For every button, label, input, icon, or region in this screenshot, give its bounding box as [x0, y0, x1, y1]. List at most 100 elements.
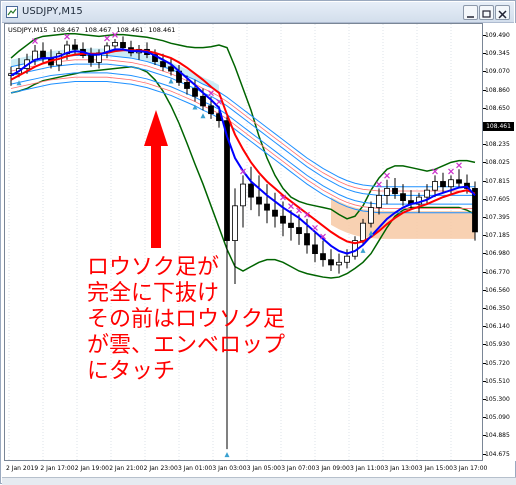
candle-body [296, 227, 302, 235]
candle-body [344, 255, 350, 263]
price-chart[interactable]: USDJPY,M15 108.467 108.467 108.461 108.4… [4, 23, 483, 461]
time-axis-label: 3 Jan 01:00 [178, 465, 213, 472]
candle-body [200, 95, 206, 107]
candle-body [112, 42, 118, 47]
annotation-text: ロウソク足が 完全に下抜け その前はロウソク足 が雲、エンベロップ にタッチ [87, 255, 285, 385]
time-axis-label: 3 Jan 13:00 [384, 465, 419, 472]
price-axis-label: 107.815 [485, 177, 510, 185]
maximize-button[interactable] [479, 5, 494, 20]
candle-body [432, 181, 438, 191]
annotation-arrow-head [144, 110, 168, 146]
candle-body [240, 183, 246, 207]
fractal-marker [384, 172, 390, 179]
price-axis-label: 106.350 [485, 305, 510, 312]
price-axis-label: 106.140 [485, 323, 510, 331]
minimize-button[interactable] [463, 5, 478, 20]
candle-body [88, 55, 94, 63]
annotation-line-1: ロウソク足が [87, 255, 220, 280]
time-axis-label: 3 Jan 05:00 [246, 465, 281, 472]
time-axis-label: 3 Jan 17:00 [453, 465, 488, 472]
annotation-line-4: が雲、エンベロップ [87, 333, 286, 358]
price-axis-label: 105.720 [485, 359, 510, 367]
candle-body [272, 209, 278, 217]
time-axis[interactable]: 2 Jan 2019 2 Jan 17:00 2 Jan 19:00 2 Jan 21… [4, 461, 516, 477]
candle-body [328, 259, 334, 266]
candle-body [160, 61, 166, 68]
candle-body [248, 183, 254, 198]
candle-body [184, 82, 190, 89]
close-icon [498, 10, 507, 19]
candle-body [336, 261, 342, 266]
candle-body [312, 244, 318, 255]
minimize-icon [467, 16, 474, 18]
price-axis-label: 106.770 [485, 268, 510, 276]
candle-body [392, 188, 398, 195]
candle-body [448, 179, 454, 188]
price-axis-label: 107.395 [485, 214, 510, 221]
price-axis-label: 108.860 [485, 86, 510, 94]
annotation-line-5: にタッチ [87, 359, 176, 384]
candle-body [40, 50, 46, 59]
time-axis-label: 2 Jan 17:00 [40, 465, 75, 472]
price-axis-label: 106.980 [485, 250, 510, 258]
ohlc-open: 108.467 [52, 26, 80, 34]
ohlc-close: 108.461 [148, 26, 176, 34]
time-axis-label: 3 Jan 15:00 [418, 465, 453, 472]
candle-body [168, 66, 174, 72]
price-axis[interactable]: 109.490 109.345 109.070 108.860 108.650 108.4… [483, 23, 516, 461]
price-axis-label: 105.930 [485, 341, 510, 349]
title-bar[interactable]: USDJPY,M15 [2, 2, 514, 23]
price-axis-label: 108.650 [485, 104, 510, 112]
annotation-line-3: その前はロウソク足 [87, 307, 286, 332]
price-axis-label: 109.345 [485, 50, 510, 58]
fractal-marker [104, 35, 110, 42]
close-button[interactable] [495, 5, 510, 20]
ohlc-high: 108.467 [84, 26, 112, 34]
chart-window: USDJPY,M15 USDJPY,M15 108.467 108.467 10… [0, 0, 516, 485]
candle-body [192, 88, 198, 97]
candle-body [384, 188, 390, 196]
candle-body [456, 179, 462, 184]
time-axis-label: 3 Jan 07:00 [281, 465, 316, 472]
price-axis-label: 105.090 [485, 414, 510, 422]
price-axis-label: 106.560 [485, 286, 510, 294]
time-axis-label: 2 Jan 21:00 [109, 465, 144, 472]
candle-body [208, 105, 214, 115]
current-price-tag: 108.461 [483, 122, 514, 131]
candle-body [320, 253, 326, 261]
price-axis-label: 109.490 [485, 32, 510, 39]
time-axis-label: 2 Jan 2019 [6, 465, 39, 472]
price-axis-label: 108.235 [485, 141, 510, 149]
ohlc-readout: USDJPY,M15 108.467 108.467 108.461 108.4… [8, 26, 178, 34]
fractal-marker [376, 181, 382, 188]
annotation-line-2: 完全に下抜け [87, 281, 220, 306]
fractal-marker [456, 162, 462, 169]
candle-body [280, 215, 286, 224]
price-axis-label: 108.025 [485, 159, 510, 167]
fractal-marker [448, 168, 454, 175]
price-axis-label: 105.300 [485, 396, 510, 403]
candle-body [264, 203, 270, 211]
candle-body [376, 194, 382, 208]
candle-body [120, 42, 126, 49]
signal-marker [224, 452, 230, 458]
candle-body [288, 222, 294, 228]
candle-body [360, 222, 366, 241]
time-axis-label: 3 Jan 03:00 [212, 465, 247, 472]
fractal-marker [288, 203, 294, 210]
signal-marker [200, 113, 206, 119]
window-title: USDJPY,M15 [22, 6, 83, 17]
candle-body [304, 233, 310, 246]
candle-body [256, 196, 262, 205]
candle-body [400, 193, 406, 201]
annotation-arrow-shaft [151, 144, 161, 248]
price-axis-label: 104.675 [485, 450, 510, 458]
price-axis-label: 105.510 [485, 377, 510, 385]
candle-body [232, 205, 238, 241]
candle-body [424, 189, 430, 198]
maximize-icon [482, 10, 491, 18]
time-axis-label: 3 Jan 09:00 [315, 465, 350, 472]
price-axis-label: 104.885 [485, 432, 510, 440]
fractal-marker [64, 33, 70, 40]
time-axis-label: 3 Jan 11:00 [350, 465, 385, 472]
